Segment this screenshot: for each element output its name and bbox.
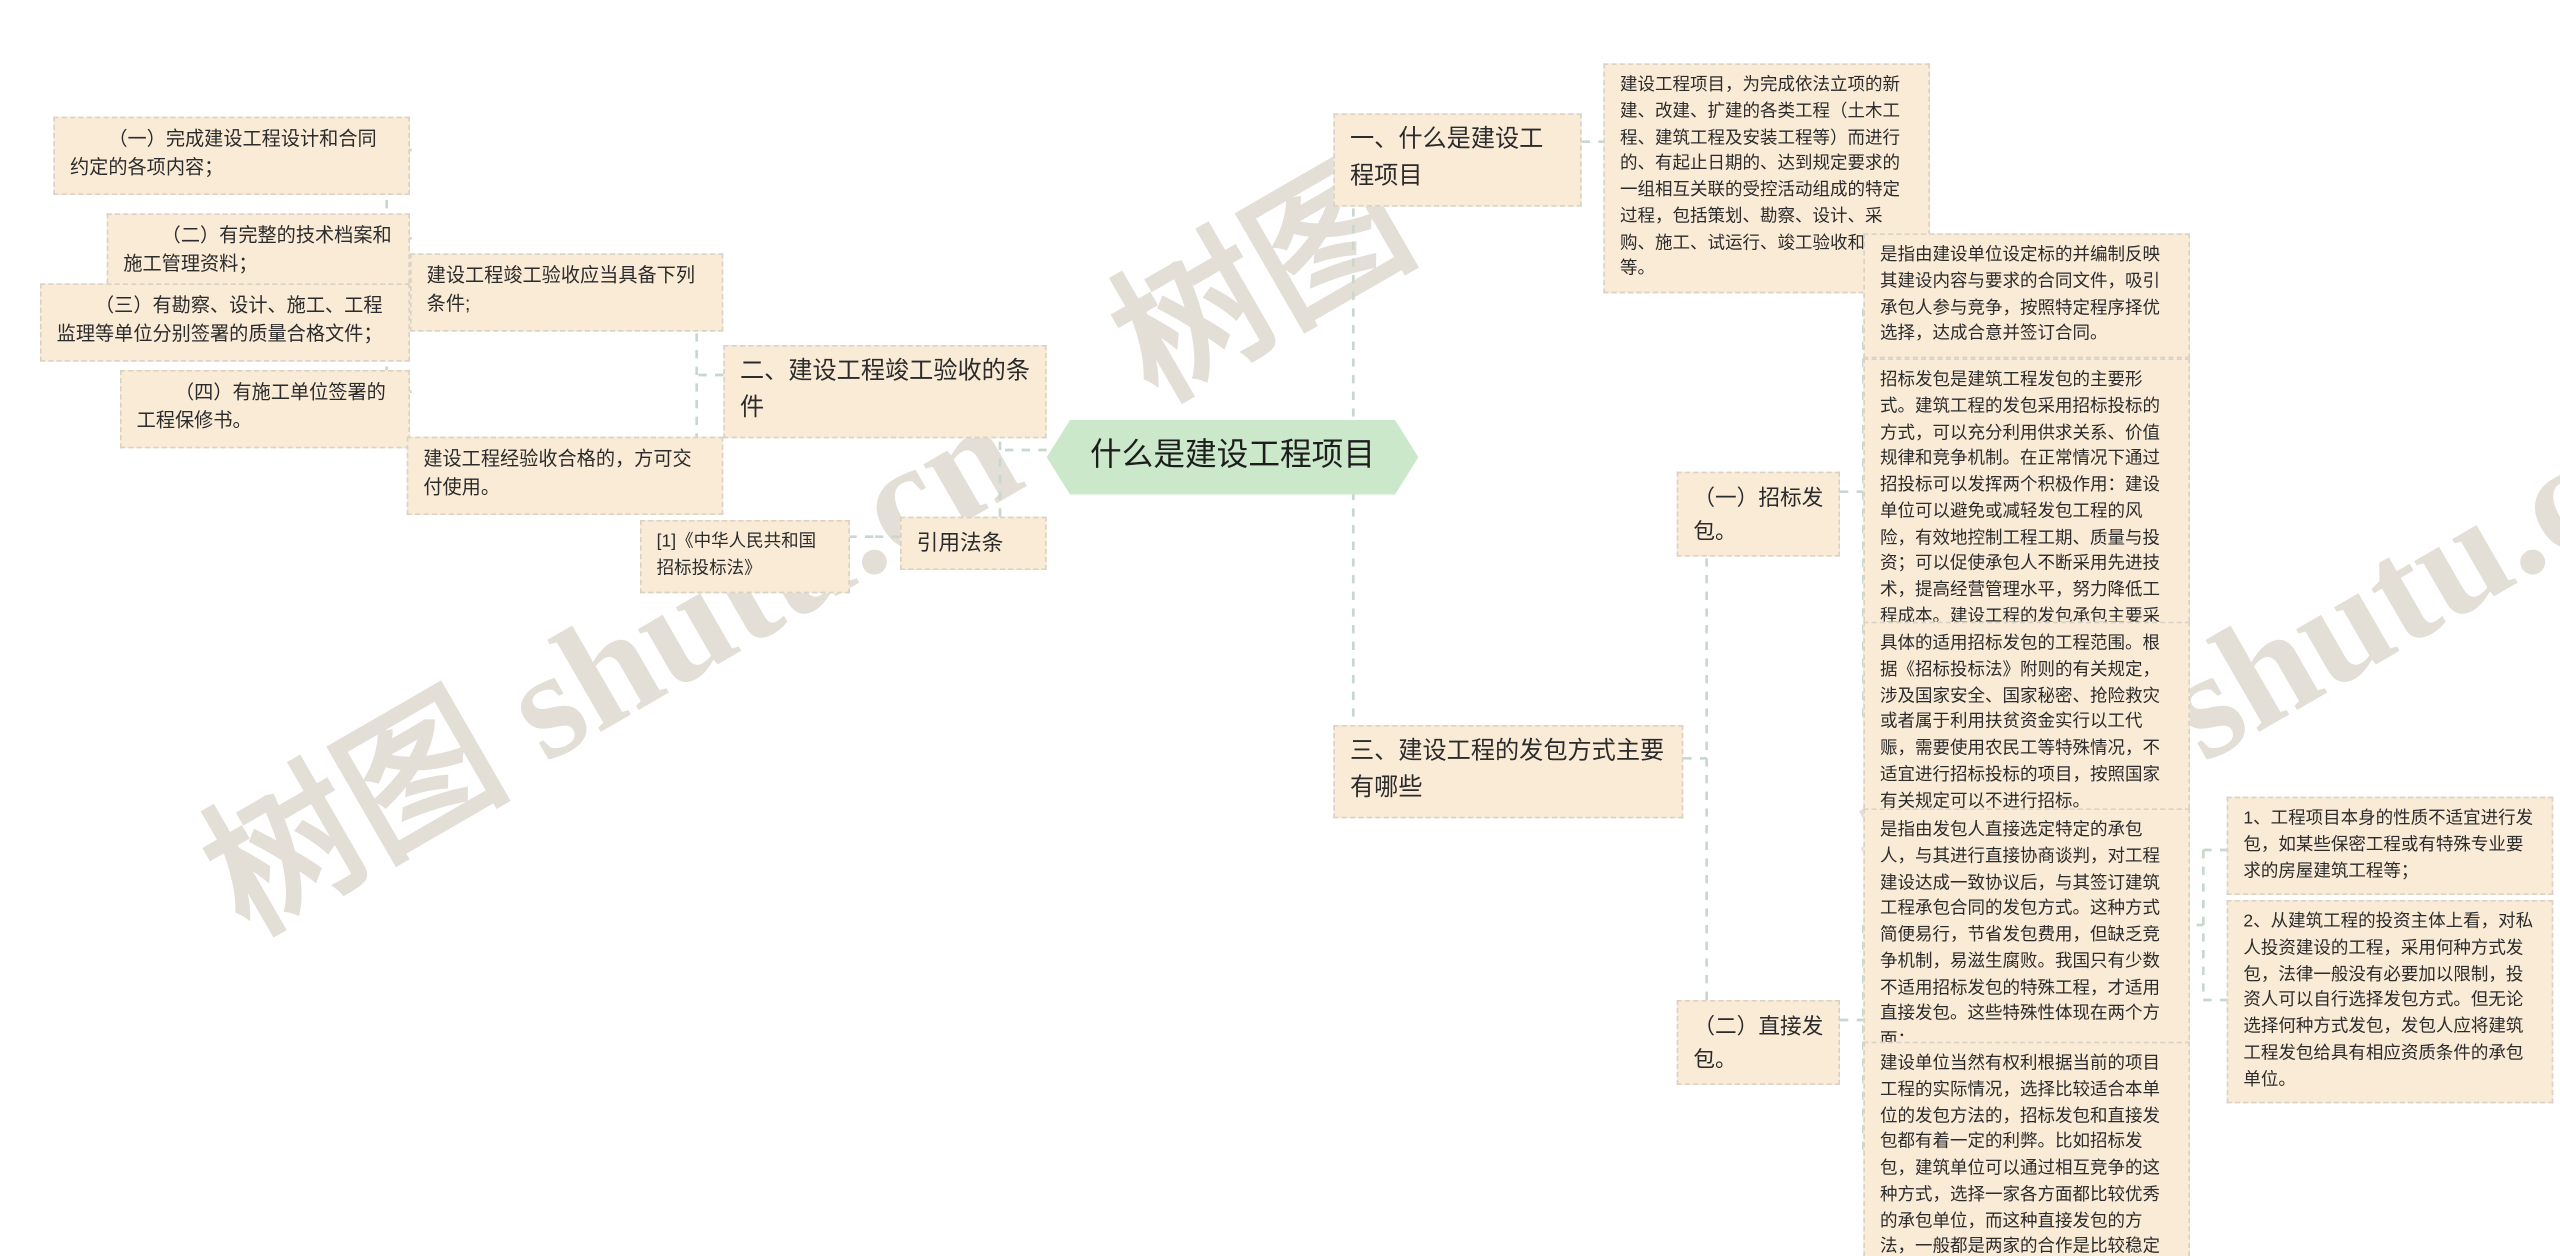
leaf-condition-2[interactable]: （二）有完整的技术档案和施工管理资料； — [106, 213, 411, 291]
leaf-special-case-2[interactable]: 2、从建筑工程的投资主体上看，对私人投资建设的工程，采用何种方式发包，法律一般没… — [2226, 900, 2554, 1104]
leaf-special-case-1[interactable]: 1、工程项目本身的性质不适宜进行发包，如某些保密工程或有特殊专业要求的房屋建筑工… — [2226, 796, 2554, 896]
note-direct-definition[interactable]: 是指由发包人直接选定特定的承包人，与其进行直接协商谈判，对工程建设达成一致协议后… — [1863, 808, 2190, 1065]
node-tender-contracting[interactable]: （一）招标发包。 — [1676, 471, 1840, 557]
node-acceptance-delivery[interactable]: 建设工程经验收合格的，方可交付使用。 — [406, 436, 724, 515]
branch-node-completion-conditions[interactable]: 二、建设工程竣工验收的条件 — [723, 345, 1047, 438]
root-node[interactable]: 什么是建设工程项目 — [1047, 420, 1419, 494]
mindmap-canvas: 树图 shutu.cn 树图 shutu.cn 树图 树图 — [0, 0, 2560, 1256]
note-tender-definition[interactable]: 是指由建设单位设定标的并编制反映其建设内容与要求的合同文件，吸引承包人参与竞争，… — [1863, 233, 2190, 359]
branch-node-what-is-project[interactable]: 一、什么是建设工程项目 — [1333, 113, 1582, 206]
leaf-condition-3[interactable]: （三）有勘察、设计、施工、工程监理等单位分别签署的质量合格文件； — [40, 283, 410, 361]
note-direct-unit-choice[interactable]: 建设单位当然有权利根据当前的项目工程的实际情况，选择比较适合本单位的发包方法的，… — [1863, 1041, 2190, 1256]
leaf-condition-4[interactable]: （四）有施工单位签署的工程保修书。 — [120, 370, 410, 448]
leaf-condition-1[interactable]: （一）完成建设工程设计和合同约定的各项内容； — [53, 116, 410, 195]
leaf-cited-law-1[interactable]: [1]《中华人民共和国招标投标法》 — [640, 520, 850, 593]
branch-node-contracting-methods[interactable]: 三、建设工程的发包方式主要有哪些 — [1333, 725, 1684, 818]
branch-node-cited-laws[interactable]: 引用法条 — [900, 516, 1047, 570]
node-acceptance-requirements[interactable]: 建设工程竣工验收应当具备下列条件; — [410, 253, 724, 331]
note-tender-scope[interactable]: 具体的适用招标发包的工程范围。根据《招标投标法》附则的有关规定，涉及国家安全、国… — [1863, 621, 2190, 826]
node-direct-contracting[interactable]: （二）直接发包。 — [1676, 1000, 1840, 1085]
